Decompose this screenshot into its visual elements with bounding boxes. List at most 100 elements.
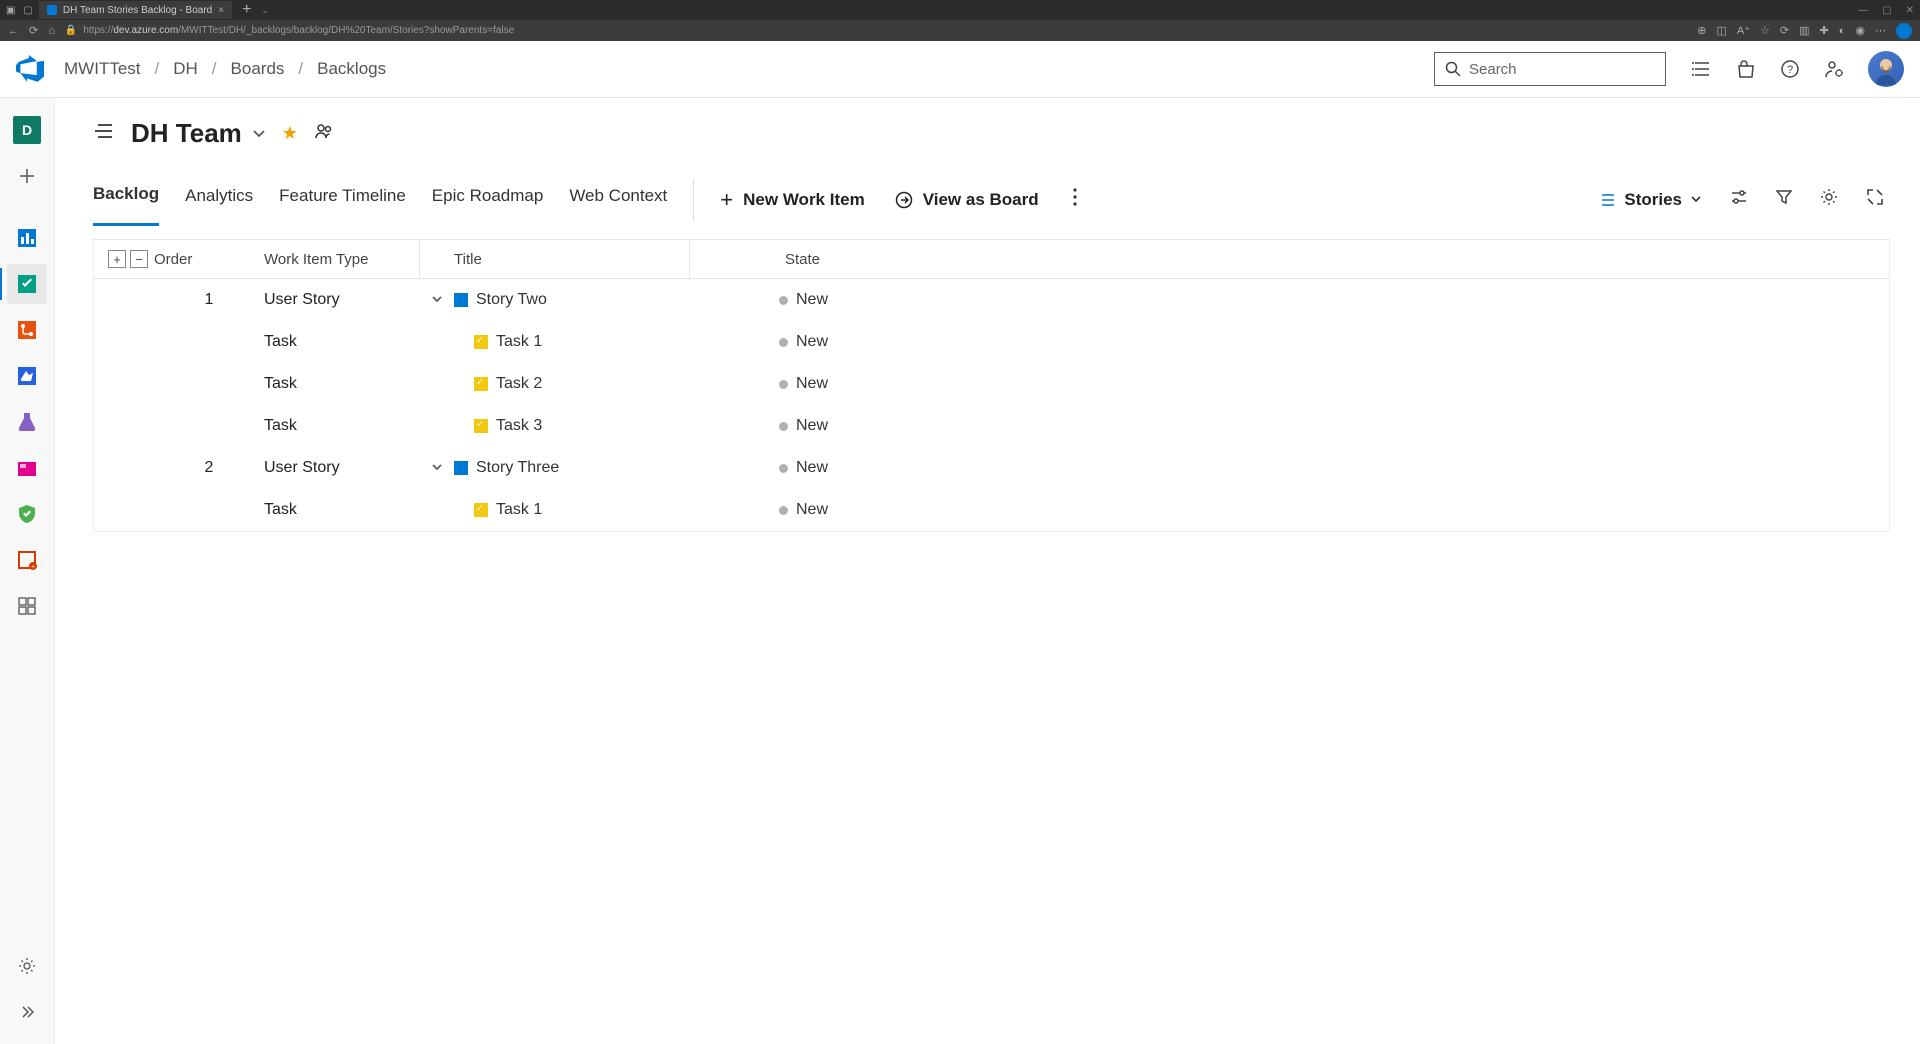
row-expand-toggle[interactable] bbox=[419, 462, 454, 474]
search-input[interactable]: Search bbox=[1434, 52, 1666, 86]
read-aloud-icon[interactable]: A⁺ bbox=[1737, 24, 1750, 37]
expand-all-button[interactable]: + bbox=[108, 250, 126, 268]
col-order[interactable]: Order bbox=[154, 251, 264, 268]
sidebar-item-compliance[interactable] bbox=[7, 494, 47, 534]
nav-home-icon[interactable]: ⌂ bbox=[48, 25, 55, 37]
extensions-icon[interactable]: ✚ bbox=[1820, 24, 1829, 37]
cell-type: Task bbox=[264, 333, 419, 351]
browser-chrome: ▣ ▢ DH Team Stories Backlog - Board × + … bbox=[0, 0, 1920, 41]
tab-close-icon[interactable]: × bbox=[218, 5, 224, 16]
table-row[interactable]: Task Task 1 New bbox=[94, 489, 1889, 531]
ext1-icon[interactable]: ◐ bbox=[1839, 25, 1846, 37]
tab-list-icon[interactable]: ▢ bbox=[23, 5, 32, 16]
view-as-board-button[interactable]: View as Board bbox=[895, 190, 1039, 210]
cell-state: New bbox=[779, 501, 1889, 519]
cell-title[interactable]: Story Two bbox=[454, 291, 689, 309]
marketplace-icon[interactable] bbox=[1736, 59, 1756, 79]
search-placeholder: Search bbox=[1469, 61, 1517, 78]
tracking-icon[interactable]: ◫ bbox=[1716, 24, 1726, 37]
more-actions-icon[interactable] bbox=[1069, 184, 1081, 215]
sidebar-item-dashboard[interactable]: + bbox=[7, 540, 47, 580]
cell-title[interactable]: Task 3 bbox=[454, 417, 689, 435]
sidebar-item-boards[interactable] bbox=[7, 264, 47, 304]
tab-web-context[interactable]: Web Context bbox=[569, 173, 667, 226]
tab-feature-timeline[interactable]: Feature Timeline bbox=[279, 173, 406, 226]
work-items-icon[interactable] bbox=[1692, 59, 1712, 79]
team-members-icon[interactable] bbox=[314, 121, 334, 146]
column-options-icon[interactable] bbox=[1730, 188, 1748, 211]
cell-title[interactable]: Task 1 bbox=[454, 333, 689, 351]
more-icon[interactable]: ⋯ bbox=[1875, 24, 1886, 37]
state-dot-icon bbox=[779, 380, 788, 389]
backlog-level-selector[interactable]: Stories bbox=[1600, 190, 1702, 210]
breadcrumb-org[interactable]: MWITTest bbox=[64, 59, 141, 79]
nav-divider bbox=[693, 179, 694, 221]
window-minimize-icon[interactable]: — bbox=[1858, 5, 1868, 16]
browser-tab[interactable]: DH Team Stories Backlog - Board × bbox=[39, 1, 232, 19]
cell-type: Task bbox=[264, 501, 419, 519]
cell-state: New bbox=[779, 333, 1889, 351]
filter-icon[interactable] bbox=[1776, 189, 1792, 210]
tab-epic-roadmap[interactable]: Epic Roadmap bbox=[432, 173, 544, 226]
collapse-all-button[interactable]: − bbox=[130, 250, 148, 268]
sidebar-item-pipelines[interactable] bbox=[7, 356, 47, 396]
sidebar-item-artifacts[interactable] bbox=[7, 448, 47, 488]
ext2-icon[interactable]: ◉ bbox=[1855, 24, 1865, 37]
address-url[interactable]: 🔒 https://dev.azure.com/MWITTest/DH/_bac… bbox=[65, 25, 1687, 36]
sidebar-add-button[interactable] bbox=[7, 156, 47, 196]
sidebar-expand-icon[interactable] bbox=[7, 992, 47, 1032]
table-row[interactable]: TaskTask 3New bbox=[94, 405, 1889, 447]
sidebar-project[interactable]: D bbox=[7, 110, 47, 150]
help-icon[interactable]: ? bbox=[1780, 59, 1800, 79]
main-content: DH Team ★ Backlog Analytics Feature Timeli… bbox=[55, 98, 1920, 1044]
azure-devops-logo-icon[interactable] bbox=[16, 55, 44, 83]
sidebar-item-test-plans[interactable] bbox=[7, 402, 47, 442]
sidebar-item-overview[interactable] bbox=[7, 218, 47, 258]
sidebar: D + bbox=[0, 98, 55, 1044]
favorites-icon[interactable]: ☆ bbox=[1760, 24, 1770, 37]
collections-icon[interactable]: ▥ bbox=[1799, 24, 1809, 37]
tab-chevron-icon[interactable]: ⌄ bbox=[261, 5, 269, 16]
favorite-star-icon[interactable]: ★ bbox=[282, 123, 298, 144]
breadcrumb-sep-icon: / bbox=[155, 59, 160, 79]
zoom-icon[interactable]: ⊕ bbox=[1697, 24, 1706, 37]
state-dot-icon bbox=[779, 422, 788, 431]
team-picker-icon[interactable] bbox=[93, 120, 115, 147]
fullscreen-icon[interactable] bbox=[1866, 188, 1884, 211]
sidebar-item-grid[interactable] bbox=[7, 586, 47, 626]
col-title[interactable]: Title bbox=[454, 251, 689, 268]
chevron-down-icon bbox=[1690, 194, 1702, 206]
tab-analytics[interactable]: Analytics bbox=[185, 173, 253, 226]
window-maximize-icon[interactable]: ▢ bbox=[1882, 5, 1891, 16]
breadcrumb-page[interactable]: Backlogs bbox=[317, 59, 386, 79]
nav-refresh-icon[interactable]: ⟳ bbox=[29, 24, 38, 37]
avatar[interactable] bbox=[1868, 51, 1904, 87]
user-settings-icon[interactable] bbox=[1824, 59, 1844, 79]
team-name-dropdown[interactable]: DH Team bbox=[131, 118, 266, 149]
row-expand-toggle[interactable] bbox=[419, 294, 454, 306]
breadcrumb-section[interactable]: Boards bbox=[231, 59, 285, 79]
sidebar-item-repos[interactable] bbox=[7, 310, 47, 350]
bing-icon[interactable] bbox=[1896, 23, 1912, 39]
address-bar: ← ⟳ ⌂ 🔒 https://dev.azure.com/MWITTest/D… bbox=[0, 20, 1920, 41]
breadcrumb-project[interactable]: DH bbox=[173, 59, 198, 79]
tab-add-button[interactable]: + bbox=[238, 1, 255, 19]
tab-backlog[interactable]: Backlog bbox=[93, 173, 159, 226]
new-work-item-button[interactable]: + New Work Item bbox=[720, 187, 864, 213]
col-work-item-type[interactable]: Work Item Type bbox=[264, 251, 419, 268]
cell-type: Task bbox=[264, 417, 419, 435]
cell-title[interactable]: Task 2 bbox=[454, 375, 689, 393]
cell-title[interactable]: Task 1 bbox=[454, 501, 689, 519]
nav-back-icon[interactable]: ← bbox=[8, 25, 19, 37]
cell-title[interactable]: Story Three bbox=[454, 459, 689, 477]
table-row[interactable]: Task Task 1 New bbox=[94, 321, 1889, 363]
settings-icon[interactable] bbox=[1820, 188, 1838, 211]
table-row[interactable]: 1User StoryStory TwoNew bbox=[94, 279, 1889, 321]
table-row[interactable]: TaskTask 2New bbox=[94, 363, 1889, 405]
table-row[interactable]: 2User StoryStory ThreeNew bbox=[94, 447, 1889, 489]
tab-group-icon[interactable]: ▣ bbox=[6, 5, 15, 16]
sync-icon[interactable]: ⟳ bbox=[1780, 24, 1789, 37]
col-state[interactable]: State bbox=[779, 251, 1889, 268]
sidebar-settings-icon[interactable] bbox=[7, 946, 47, 986]
window-close-icon[interactable]: ✕ bbox=[1906, 5, 1914, 16]
